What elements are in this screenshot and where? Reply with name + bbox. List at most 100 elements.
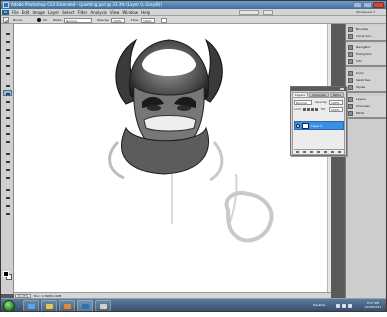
sketch-strokes xyxy=(171,173,274,243)
move-tool-icon[interactable] xyxy=(3,30,12,36)
info-icon xyxy=(348,59,353,64)
document-canvas[interactable]: 33.33% Doc: 4.39M/4.40M xyxy=(14,24,331,298)
photoshop-icon xyxy=(82,304,89,309)
adjustment-layer-icon[interactable] xyxy=(317,151,320,153)
blur-tool-icon[interactable] xyxy=(3,130,12,136)
panel-group-color: Color Swatches Styles xyxy=(346,70,386,93)
panel-color[interactable]: Color xyxy=(346,70,386,77)
menu-analysis[interactable]: Analysis xyxy=(90,10,106,15)
lock-transparency-icon[interactable] xyxy=(303,108,306,111)
panel-paths[interactable]: Paths xyxy=(346,110,386,117)
type-tool-icon[interactable] xyxy=(3,158,12,164)
flow-field[interactable]: 100% xyxy=(141,18,155,23)
taskbar-photoshop[interactable] xyxy=(77,300,93,311)
panel-info[interactable]: Info xyxy=(346,58,386,65)
menu-select[interactable]: Select xyxy=(62,10,74,15)
brush-tool-icon[interactable] xyxy=(3,90,12,96)
healing-tool-icon[interactable] xyxy=(3,82,12,88)
eraser-tool-icon[interactable] xyxy=(3,114,12,120)
taskbar-explorer[interactable] xyxy=(41,300,57,311)
paths-icon xyxy=(348,111,353,116)
panel-group-layers: Layers Channels Paths xyxy=(346,96,386,119)
shape-tool-icon[interactable] xyxy=(3,174,12,180)
panel-label: Clone Sou... xyxy=(356,34,374,38)
system-clock[interactable]: 8:27 PM 12/08/2011 xyxy=(361,301,385,309)
workspace-menu[interactable]: Workspace▾ xyxy=(356,10,375,15)
panel-layers[interactable]: Layers xyxy=(346,96,386,103)
lock-pixels-icon[interactable] xyxy=(307,108,310,111)
menu-edit[interactable]: Edit xyxy=(22,10,30,15)
network-icon[interactable] xyxy=(336,304,340,308)
tool-preset-picker[interactable] xyxy=(3,17,9,23)
trash-icon[interactable] xyxy=(338,151,341,153)
visibility-eye-icon[interactable] xyxy=(296,124,300,128)
fill-field[interactable]: 100% xyxy=(329,107,343,112)
foreground-color-swatch[interactable] xyxy=(3,271,9,277)
panel-group-brushes: Brushes Clone Sou... xyxy=(346,26,386,42)
clone-stamp-tool-icon[interactable] xyxy=(3,98,12,104)
lock-all-icon[interactable] xyxy=(315,108,318,111)
layer-opacity-label: Opacity: xyxy=(315,100,328,104)
airbrush-toggle[interactable] xyxy=(161,18,167,23)
hand-tool-icon[interactable] xyxy=(3,202,12,208)
navigator-icon xyxy=(348,45,353,50)
brush-label: Brush: xyxy=(13,18,23,22)
taskbar-ie[interactable] xyxy=(23,300,39,311)
path-selection-tool-icon[interactable] xyxy=(3,166,12,172)
panel-swatches[interactable]: Swatches xyxy=(346,77,386,84)
link-layers-icon[interactable] xyxy=(296,151,299,153)
menu-file[interactable]: File xyxy=(12,10,19,15)
maximize-button[interactable] xyxy=(363,2,372,8)
menu-image[interactable]: Image xyxy=(32,10,45,15)
new-layer-icon[interactable] xyxy=(331,151,334,153)
menu-window[interactable]: Window xyxy=(122,10,138,15)
notes-tool-icon[interactable] xyxy=(3,186,12,192)
gradient-tool-icon[interactable] xyxy=(3,122,12,128)
minimize-button[interactable] xyxy=(353,2,362,8)
start-button[interactable] xyxy=(3,300,15,311)
eyedropper-tool-icon[interactable] xyxy=(3,194,12,200)
layer-style-icon[interactable] xyxy=(303,151,306,153)
menu-help[interactable]: Help xyxy=(141,10,150,15)
panel-clone-source[interactable]: Clone Sou... xyxy=(346,33,386,40)
pen-tool-icon[interactable] xyxy=(3,150,12,156)
view-mode-button[interactable] xyxy=(263,10,273,15)
history-brush-tool-icon[interactable] xyxy=(3,106,12,112)
dodge-tool-icon[interactable] xyxy=(3,138,12,144)
panel-styles[interactable]: Styles xyxy=(346,84,386,91)
panel-histogram[interactable]: Histogram xyxy=(346,51,386,58)
brush-preview-icon[interactable] xyxy=(37,18,41,22)
fill-label: Fill: xyxy=(321,107,327,111)
menu-filter[interactable]: Filter xyxy=(77,10,87,15)
blend-mode-select[interactable]: Normal xyxy=(294,100,312,105)
desktop-toolbar-label[interactable]: Desktop xyxy=(313,303,325,308)
panel-label: Channels xyxy=(356,104,370,108)
volume-icon[interactable] xyxy=(342,304,346,308)
bridge-launch-button[interactable] xyxy=(239,10,259,15)
slice-tool-icon[interactable] xyxy=(3,70,12,76)
panel-navigator[interactable]: Navigator xyxy=(346,44,386,51)
taskbar-media[interactable] xyxy=(59,300,75,311)
panel-brushes[interactable]: Brushes xyxy=(346,26,386,33)
menu-layer[interactable]: Layer xyxy=(48,10,59,15)
panel-channels[interactable]: Channels xyxy=(346,103,386,110)
layer-mask-icon[interactable] xyxy=(310,151,313,153)
crop-tool-icon[interactable] xyxy=(3,62,12,68)
opacity-field[interactable]: 100% xyxy=(111,18,125,23)
new-group-icon[interactable] xyxy=(324,151,327,153)
styles-icon xyxy=(348,85,353,90)
action-center-icon[interactable] xyxy=(348,304,352,308)
layer-opacity-field[interactable]: 100% xyxy=(329,100,343,105)
close-button[interactable] xyxy=(373,2,384,8)
mode-select[interactable]: Normal xyxy=(64,18,92,23)
menu-view[interactable]: View xyxy=(110,10,120,15)
lock-position-icon[interactable] xyxy=(311,108,314,111)
marquee-tool-icon[interactable] xyxy=(3,38,12,44)
layers-panel-header[interactable] xyxy=(291,87,346,91)
lasso-tool-icon[interactable] xyxy=(3,46,12,52)
taskbar-app[interactable] xyxy=(95,300,111,311)
magic-wand-tool-icon[interactable] xyxy=(3,54,12,60)
panel-menu-icon[interactable] xyxy=(340,88,344,90)
layer-row[interactable]: Layer 0 xyxy=(294,121,344,130)
zoom-tool-icon[interactable] xyxy=(3,210,12,216)
